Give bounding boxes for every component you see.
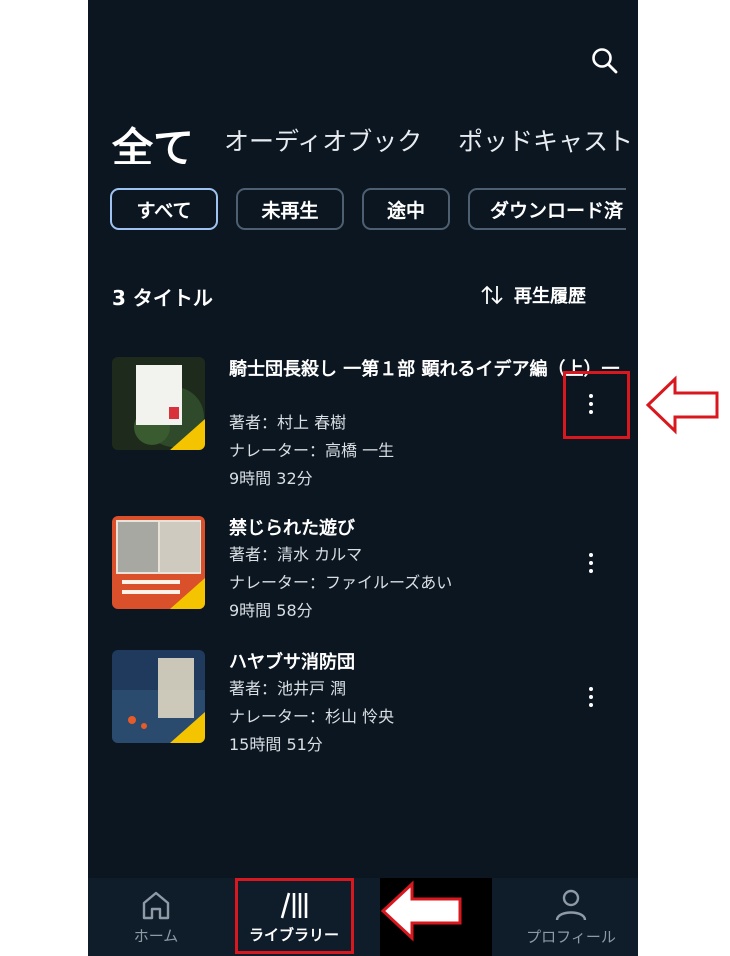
filter-chip-in-progress[interactable]: 途中 [362, 188, 450, 230]
list-item[interactable]: 禁じられた遊び 著者：清水 カルマ ナレーター：ファイルーズあい 9時間 58分 [112, 516, 622, 626]
bottom-nav: ホーム ライブラリー プロフィール [88, 878, 638, 956]
book-duration: 9時間 32分 [229, 469, 313, 488]
title-count: 3 タイトル [112, 286, 213, 310]
book-cover [112, 357, 205, 450]
category-tabs: 全て オーディオブック ポッドキャスト [112, 108, 638, 164]
tab-audiobooks[interactable]: オーディオブック [224, 122, 422, 158]
list-item[interactable]: ハヤブサ消防団 著者：池井戸 潤 ナレーター：杉山 怜央 15時間 51分 [112, 650, 622, 760]
highlight-box-more-options [563, 371, 630, 439]
book-narrator: ナレーター：ファイルーズあい [229, 573, 453, 592]
book-narrator: ナレーター：杉山 怜央 [229, 707, 395, 726]
tab-all[interactable]: 全て [112, 114, 194, 164]
list-item[interactable]: 騎士団長殺し 一第１部 顕れるイデア編（上）一 著者：村上 春樹 ナレーター：高… [112, 357, 622, 488]
book-duration: 9時間 58分 [229, 601, 313, 620]
annotation-arrow-left-icon [645, 375, 719, 435]
search-icon[interactable] [590, 46, 620, 76]
book-title[interactable]: 騎士団長殺し 一第１部 顕れるイデア編（上）一 [229, 357, 620, 382]
nav-home-label: ホーム [133, 926, 179, 945]
more-options-icon[interactable] [587, 687, 595, 713]
book-cover [112, 650, 205, 743]
book-title[interactable]: 禁じられた遊び [229, 516, 355, 541]
book-duration: 15時間 51分 [229, 735, 323, 754]
book-cover [112, 516, 205, 609]
nav-profile[interactable]: プロフィール [516, 878, 626, 956]
filter-chip-unplayed[interactable]: 未再生 [236, 188, 344, 230]
filter-chip-downloaded[interactable]: ダウンロード済 [468, 188, 626, 230]
sort-icon [481, 285, 503, 305]
book-author: 著者：村上 春樹 [229, 413, 347, 432]
highlight-box-library [235, 878, 354, 954]
more-options-icon[interactable] [587, 553, 595, 579]
book-author: 著者：池井戸 潤 [229, 679, 347, 698]
filter-chips: すべて 未再生 途中 ダウンロード済 [110, 188, 626, 234]
home-icon [142, 891, 170, 919]
sort-button[interactable]: 再生履歴 [480, 282, 586, 308]
filter-chip-all[interactable]: すべて [110, 188, 218, 230]
sort-label: 再生履歴 [514, 286, 586, 307]
book-author: 著者：清水 カルマ [229, 545, 363, 564]
app-screen: 全て オーディオブック ポッドキャスト すべて 未再生 途中 ダウンロード済 3… [88, 0, 638, 956]
book-title[interactable]: ハヤブサ消防団 [229, 650, 355, 675]
nav-home[interactable]: ホーム [108, 878, 204, 956]
annotation-arrow-left-icon [380, 880, 462, 942]
book-narrator: ナレーター：高橋 一生 [229, 441, 395, 460]
nav-profile-label: プロフィール [526, 927, 616, 946]
profile-icon [555, 889, 587, 920]
tab-podcasts[interactable]: ポッドキャスト [458, 122, 633, 158]
